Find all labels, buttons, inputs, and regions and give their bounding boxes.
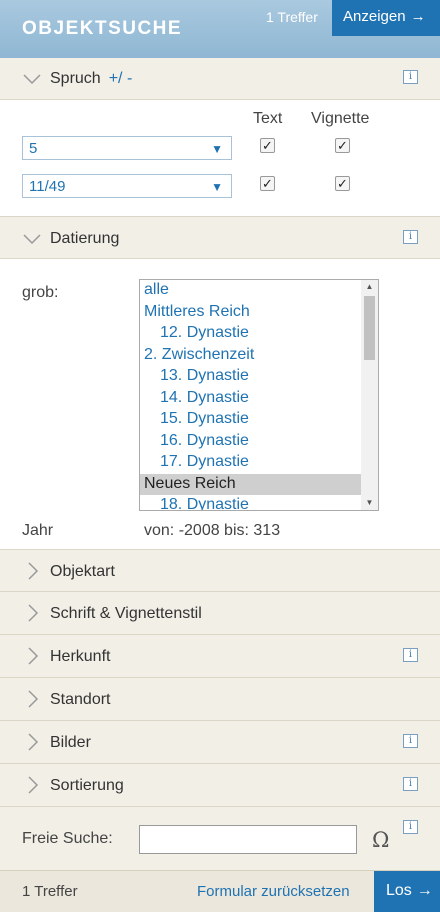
scroll-thumb[interactable] <box>364 296 375 360</box>
info-icon[interactable]: i <box>403 648 418 662</box>
section-label: Schrift & Vignettenstil <box>50 605 202 622</box>
scroll-down-icon[interactable]: ▼ <box>361 496 378 510</box>
dropdown-arrow-icon: ▼ <box>211 142 223 156</box>
column-header-text: Text <box>253 110 283 127</box>
period-option[interactable]: 12. Dynastie <box>140 323 378 345</box>
section-herkunft[interactable]: Herkunft i <box>0 635 440 678</box>
section-label: Spruch +/ - <box>50 70 133 87</box>
select-value: 11/49 <box>29 178 66 195</box>
free-search-input[interactable] <box>139 825 357 854</box>
page-title: OBJEKTSUCHE <box>22 18 183 39</box>
go-label: Los <box>386 882 412 899</box>
scroll-up-icon[interactable]: ▲ <box>361 280 378 294</box>
period-option[interactable]: 14. Dynastie <box>140 388 378 410</box>
section-bilder[interactable]: Bilder i <box>0 721 440 764</box>
period-option[interactable]: 15. Dynastie <box>140 409 378 431</box>
period-option[interactable]: Mittleres Reich <box>140 302 378 324</box>
chevron-right-icon <box>22 689 42 709</box>
footer-hit-count: 1 Treffer <box>22 883 78 900</box>
column-header-vignette: Vignette <box>311 110 370 127</box>
text-checkbox-1[interactable]: ✓ <box>260 138 275 153</box>
period-option[interactable]: alle <box>140 280 378 302</box>
info-icon[interactable]: i <box>403 777 418 791</box>
section-spruch[interactable]: Spruch +/ - i <box>0 58 440 100</box>
section-sortierung[interactable]: Sortierung i <box>0 764 440 807</box>
listbox-scrollbar[interactable]: ▲ ▼ <box>361 280 378 510</box>
show-results-label: Anzeigen <box>343 8 406 25</box>
spruch-select-2[interactable]: 11/49 ▼ <box>22 174 232 198</box>
info-icon[interactable]: i <box>403 734 418 748</box>
chevron-right-icon <box>22 561 42 581</box>
chevron-right-icon <box>22 603 42 623</box>
info-icon[interactable]: i <box>403 820 418 834</box>
chevron-right-icon <box>22 646 42 666</box>
period-option[interactable]: Neues Reich <box>140 473 362 495</box>
search-header: OBJEKTSUCHE 1 Treffer Anzeigen → <box>0 0 440 58</box>
dropdown-arrow-icon: ▼ <box>211 180 223 194</box>
hit-count: 1 Treffer <box>266 9 318 25</box>
special-characters-button[interactable]: Ω <box>372 828 389 852</box>
section-label: Datierung <box>50 230 120 247</box>
period-option[interactable]: 16. Dynastie <box>140 431 378 453</box>
section-datierung[interactable]: Datierung i <box>0 216 440 259</box>
section-label: Bilder <box>50 734 91 751</box>
period-option[interactable]: 17. Dynastie <box>140 452 378 474</box>
period-list: alle Mittleres Reich 12. Dynastie 2. Zwisch… <box>140 280 378 510</box>
reset-form-link[interactable]: Formular zurücksetzen <box>197 883 350 900</box>
period-option[interactable]: 18. Dynastie <box>140 495 378 510</box>
chevron-down-icon <box>22 229 42 249</box>
chevron-down-icon <box>22 69 42 89</box>
section-label: Herkunft <box>50 648 111 665</box>
select-value: 5 <box>29 140 38 157</box>
arrow-right-icon: → <box>410 8 426 25</box>
arrow-right-icon: → <box>416 882 433 899</box>
section-label: Objektart <box>50 563 115 580</box>
section-label: Standort <box>50 691 111 708</box>
vignette-checkbox-1[interactable]: ✓ <box>335 138 350 153</box>
go-button[interactable]: Los → <box>374 871 440 912</box>
period-option[interactable]: 2. Zwischenzeit <box>140 345 378 367</box>
section-objektart[interactable]: Objektart <box>0 549 440 592</box>
period-listbox[interactable]: alle Mittleres Reich 12. Dynastie 2. Zwisch… <box>139 279 379 511</box>
vignette-checkbox-2[interactable]: ✓ <box>335 176 350 191</box>
section-schrift-vignettenstil[interactable]: Schrift & Vignettenstil <box>0 592 440 635</box>
section-standort[interactable]: Standort <box>0 678 440 721</box>
info-icon[interactable]: i <box>403 230 418 244</box>
section-label: Sortierung <box>50 777 124 794</box>
period-option[interactable]: 13. Dynastie <box>140 366 378 388</box>
year-range: von: -2008 bis: 313 <box>144 522 281 539</box>
footer: 1 Treffer Formular zurücksetzen Los → <box>0 870 440 912</box>
spruch-select-1[interactable]: 5 ▼ <box>22 136 232 160</box>
grob-label: grob: <box>22 284 59 301</box>
free-search-label: Freie Suche: <box>22 830 113 847</box>
chevron-right-icon <box>22 775 42 795</box>
add-remove-spruch-link[interactable]: +/ - <box>109 70 133 87</box>
show-results-button[interactable]: Anzeigen → <box>332 0 440 36</box>
jahr-label: Jahr <box>22 522 54 539</box>
chevron-right-icon <box>22 732 42 752</box>
info-icon[interactable]: i <box>403 70 418 84</box>
text-checkbox-2[interactable]: ✓ <box>260 176 275 191</box>
